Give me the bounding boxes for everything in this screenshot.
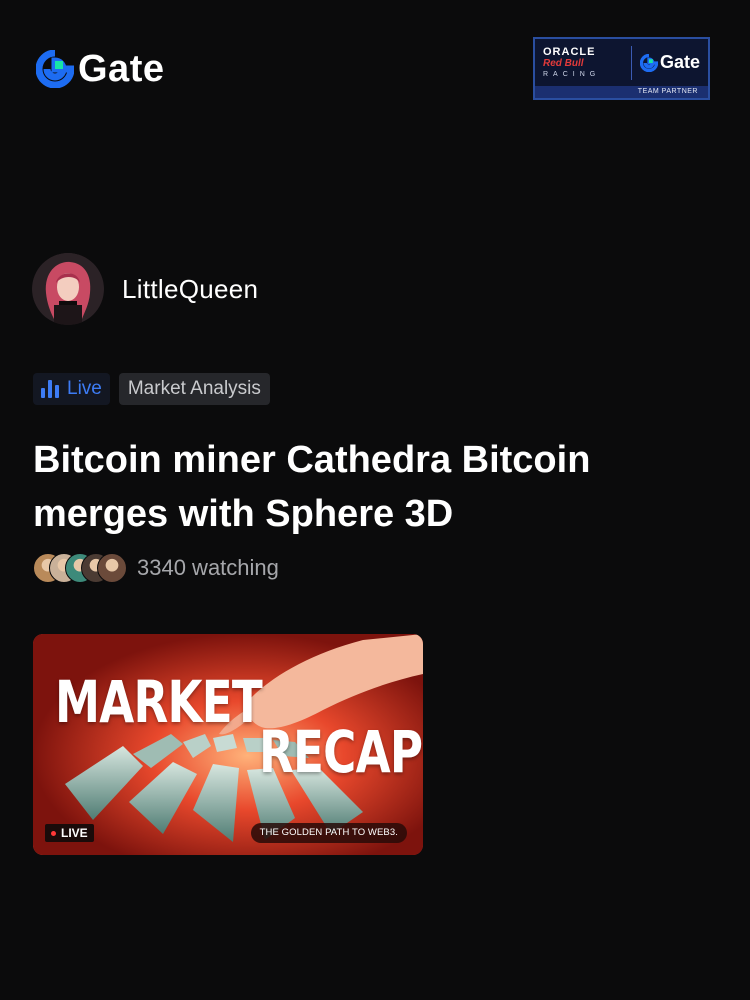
redbull-text: Red Bull xyxy=(543,57,584,69)
stream-tags: Live Market Analysis xyxy=(33,373,270,405)
gate-small-icon xyxy=(639,53,658,72)
partner-gate-logo: Gate xyxy=(639,52,700,73)
live-bars-icon xyxy=(41,380,59,398)
team-partner-label: TEAM PARTNER xyxy=(535,86,708,98)
live-tag: Live xyxy=(33,373,110,405)
viewer-avatar xyxy=(97,553,127,583)
viewer-avatars xyxy=(33,553,127,583)
partner-divider xyxy=(630,45,632,80)
oracle-redbull-logo: ORACLE Red Bull RACING xyxy=(543,46,623,80)
live-tag-label: Live xyxy=(67,378,102,399)
partner-gate-text: Gate xyxy=(659,52,700,72)
gate-logo[interactable]: Gate xyxy=(36,50,164,88)
team-partner-badge: ORACLE Red Bull RACING Gate TEAM PARTNER xyxy=(533,37,710,100)
thumbnail-word-market: MARKET xyxy=(55,668,263,736)
live-stream-page: Gate ORACLE Red Bull RACING Gate TEAM PA… xyxy=(0,0,750,1000)
category-tag[interactable]: Market Analysis xyxy=(118,373,270,405)
gate-logo-text: Gate xyxy=(78,48,165,90)
host-profile[interactable]: LittleQueen xyxy=(32,253,258,325)
partner-logos: ORACLE Red Bull RACING Gate xyxy=(535,39,708,86)
racing-text: RACING xyxy=(543,70,601,78)
live-badge-label: LIVE xyxy=(61,826,88,840)
host-avatar[interactable] xyxy=(32,253,104,325)
thumbnail-word-recap: RECAP xyxy=(259,718,423,786)
avatar-illustration xyxy=(32,253,104,325)
oracle-text: ORACLE xyxy=(543,45,596,58)
thumbnail-live-badge: LIVE xyxy=(45,824,94,842)
stream-title: Bitcoin miner Cathedra Bitcoin merges wi… xyxy=(33,439,591,535)
live-dot-icon xyxy=(51,830,56,836)
host-name[interactable]: LittleQueen xyxy=(122,274,258,305)
watching-count: 3340 watching xyxy=(137,555,279,580)
thumbnail-slogan: THE GOLDEN PATH TO WEB3. xyxy=(250,823,407,843)
stream-thumbnail[interactable]: MARKET RECAP LIVE THE GOLDEN PATH TO WEB… xyxy=(33,634,423,855)
gate-logo-icon xyxy=(36,50,74,88)
viewer-count: 3340 watching xyxy=(33,553,279,583)
